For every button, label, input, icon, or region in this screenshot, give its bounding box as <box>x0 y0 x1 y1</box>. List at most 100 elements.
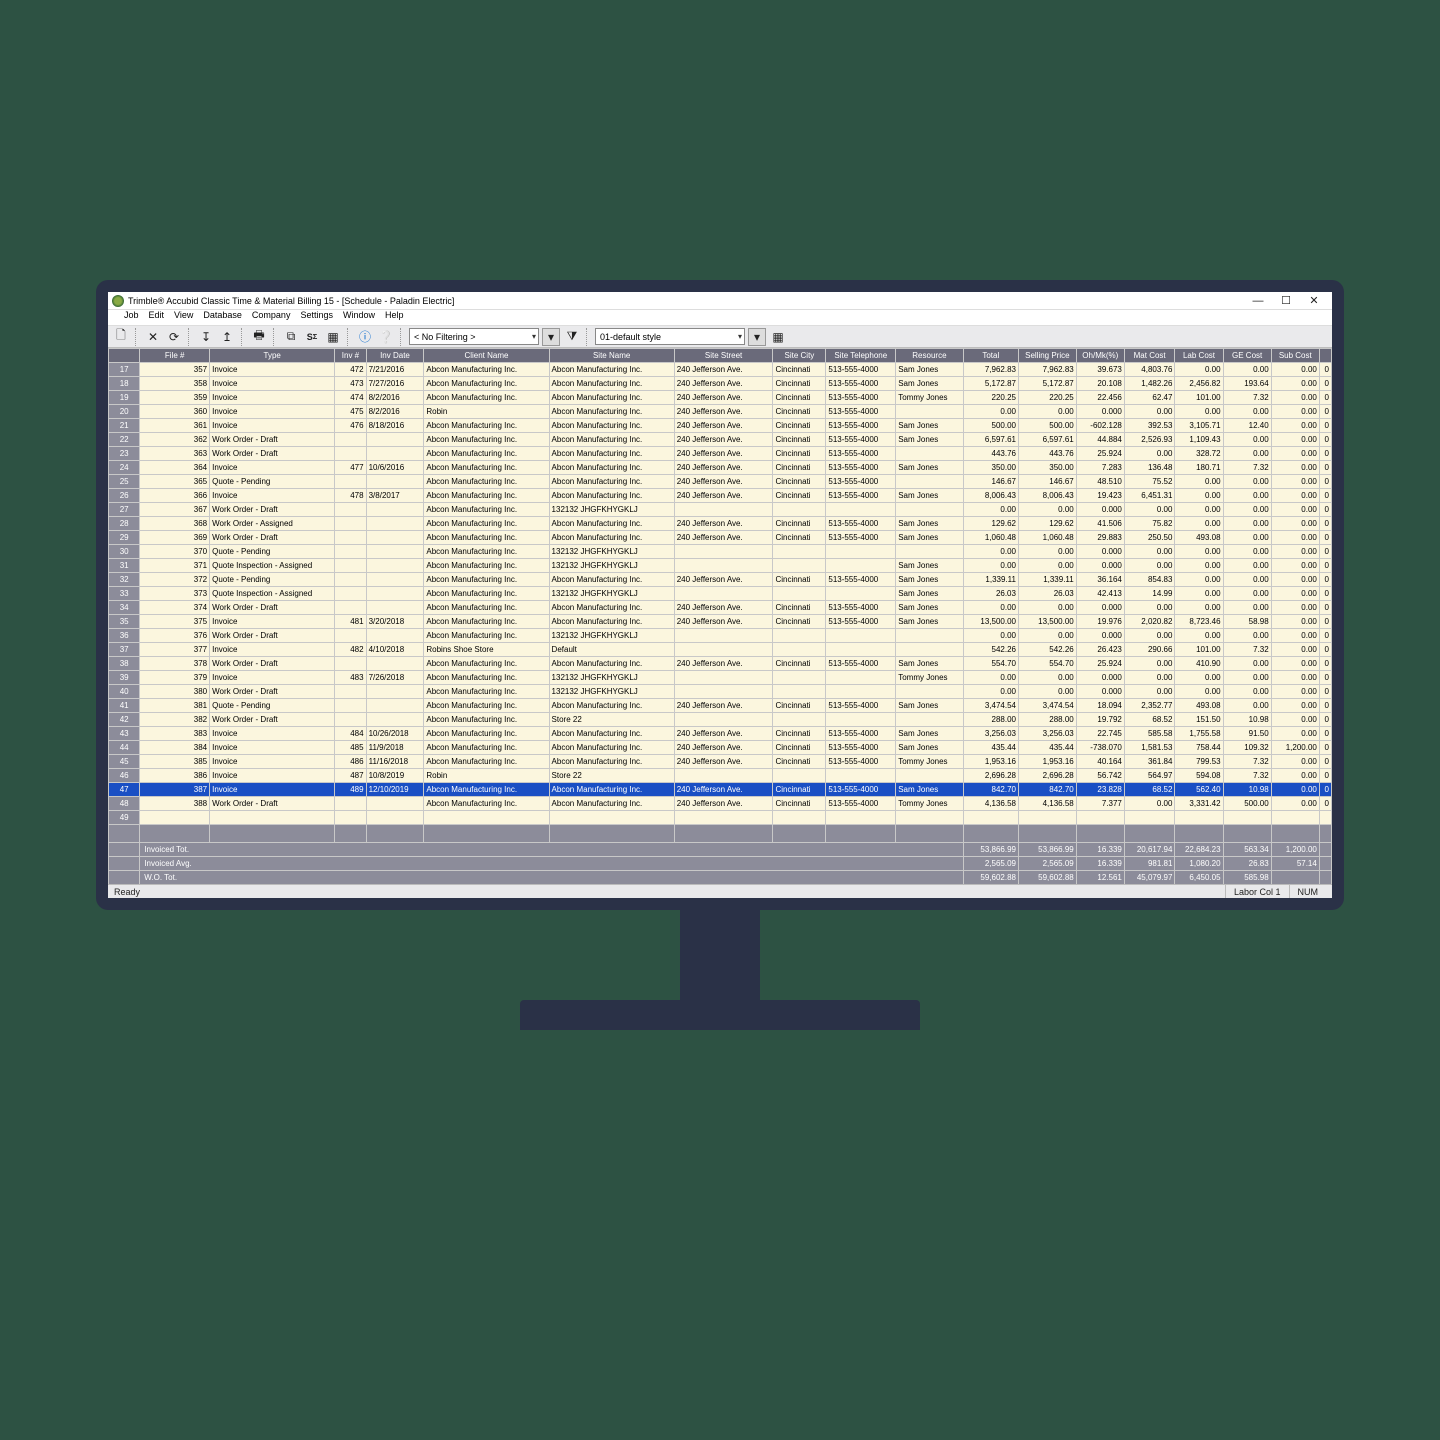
column-header[interactable]: File # <box>140 349 210 363</box>
table-row[interactable]: 30370Quote - PendingAbcon Manufacturing … <box>109 545 1332 559</box>
column-header[interactable]: Client Name <box>424 349 549 363</box>
table-row[interactable]: 32372Quote - PendingAbcon Manufacturing … <box>109 573 1332 587</box>
table-row[interactable]: 34374Work Order - DraftAbcon Manufacturi… <box>109 601 1332 615</box>
info-icon[interactable]: ⓘ <box>356 328 374 346</box>
monitor-frame: Trimble® Accubid Classic Time & Material… <box>96 280 1344 910</box>
sum-icon[interactable]: SΣ <box>303 328 321 346</box>
screen: Trimble® Accubid Classic Time & Material… <box>108 292 1332 898</box>
table-row[interactable]: 35375Invoice4813/20/2018Abcon Manufactur… <box>109 615 1332 629</box>
monitor-stand-neck <box>680 910 760 1010</box>
menu-window[interactable]: Window <box>343 310 375 325</box>
column-header[interactable]: Site City <box>773 349 826 363</box>
delete-icon[interactable]: ✕ <box>144 328 162 346</box>
table-row[interactable]: 26366Invoice4783/8/2017Abcon Manufacturi… <box>109 489 1332 503</box>
titlebar: Trimble® Accubid Classic Time & Material… <box>108 292 1332 310</box>
filter-dropdown-label: < No Filtering > <box>414 332 476 342</box>
help-icon[interactable]: ❔ <box>377 328 395 346</box>
window-title: Trimble® Accubid Classic Time & Material… <box>128 296 454 306</box>
table-row[interactable]: 36376Work Order - DraftAbcon Manufacturi… <box>109 629 1332 643</box>
menu-edit[interactable]: Edit <box>149 310 165 325</box>
table-row[interactable]: 25365Quote - PendingAbcon Manufacturing … <box>109 475 1332 489</box>
table-row[interactable]: 18358Invoice4737/27/2016Abcon Manufactur… <box>109 377 1332 391</box>
table-row[interactable]: 44384Invoice48511/9/2018Abcon Manufactur… <box>109 741 1332 755</box>
column-header[interactable]: Mat Cost <box>1124 349 1175 363</box>
column-header[interactable]: Type <box>210 349 335 363</box>
table-row[interactable]: 41381Quote - PendingAbcon Manufacturing … <box>109 699 1332 713</box>
table-row[interactable]: 40380Work Order - DraftAbcon Manufacturi… <box>109 685 1332 699</box>
table-row[interactable]: 20360Invoice4758/2/2016RobinAbcon Manufa… <box>109 405 1332 419</box>
table-row[interactable]: 49 <box>109 811 1332 825</box>
data-grid[interactable]: File #TypeInv #Inv DateClient NameSite N… <box>108 348 1332 884</box>
table-row[interactable]: 46386Invoice48710/8/2019RobinStore 222,6… <box>109 769 1332 783</box>
menu-database[interactable]: Database <box>203 310 242 325</box>
monitor-stand-base <box>520 1000 920 1030</box>
table-row[interactable]: 42382Work Order - DraftAbcon Manufacturi… <box>109 713 1332 727</box>
column-header[interactable]: Inv # <box>335 349 366 363</box>
status-labor: Labor Col 1 <box>1225 885 1289 898</box>
column-header[interactable]: Inv Date <box>366 349 424 363</box>
statusbar: Ready Labor Col 1 NUM <box>108 884 1332 898</box>
sort-asc-icon[interactable]: ↧ <box>197 328 215 346</box>
table-row[interactable]: 39379Invoice4837/26/2018Abcon Manufactur… <box>109 671 1332 685</box>
filter-apply-icon[interactable]: ▾ <box>542 328 560 346</box>
toolbar: 🗋 ✕ ⟳ ↧ ↥ 🖶 ⧉ SΣ ▦ ⓘ ❔ < No Filtering > … <box>108 326 1332 348</box>
sort-desc-icon[interactable]: ↥ <box>218 328 236 346</box>
table-row[interactable]: 28368Work Order - AssignedAbcon Manufact… <box>109 517 1332 531</box>
table-row[interactable]: 43383Invoice48410/26/2018Abcon Manufactu… <box>109 727 1332 741</box>
table-row[interactable]: 22362Work Order - DraftAbcon Manufacturi… <box>109 433 1332 447</box>
grid-header[interactable]: File #TypeInv #Inv DateClient NameSite N… <box>109 349 1332 363</box>
table-row[interactable]: 21361Invoice4768/18/2016Abcon Manufactur… <box>109 419 1332 433</box>
column-header[interactable]: Site Telephone <box>826 349 896 363</box>
grid-icon[interactable]: ▦ <box>324 328 342 346</box>
table-row[interactable]: 29369Work Order - DraftAbcon Manufacturi… <box>109 531 1332 545</box>
style-apply-icon[interactable]: ▾ <box>748 328 766 346</box>
column-header[interactable]: Total <box>963 349 1018 363</box>
maximize-button[interactable]: ☐ <box>1272 294 1300 307</box>
table-row[interactable]: 45385Invoice48611/16/2018Abcon Manufactu… <box>109 755 1332 769</box>
style-dropdown-label: 01-default style <box>600 332 661 342</box>
new-icon[interactable]: 🗋 <box>112 328 130 346</box>
summary-row: Invoiced Avg.2,565.092,565.0916.339981.8… <box>109 857 1332 871</box>
summary-row: W.O. Tot.59,602.8859,602.8812.56145,079.… <box>109 871 1332 885</box>
column-header[interactable]: Sub Cost <box>1271 349 1319 363</box>
print-icon[interactable]: 🖶 <box>250 328 268 346</box>
column-header[interactable]: Lab Cost <box>1175 349 1223 363</box>
minimize-button[interactable]: — <box>1244 295 1272 307</box>
table-row[interactable]: 48388Work Order - DraftAbcon Manufacturi… <box>109 797 1332 811</box>
table-row[interactable]: 47387Invoice48912/10/2019Abcon Manufactu… <box>109 783 1332 797</box>
column-header[interactable]: GE Cost <box>1223 349 1271 363</box>
copy-icon[interactable]: ⧉ <box>282 328 300 346</box>
table-row[interactable]: 33373Quote Inspection - AssignedAbcon Ma… <box>109 587 1332 601</box>
menu-settings[interactable]: Settings <box>300 310 333 325</box>
app-icon <box>112 295 124 307</box>
table-row[interactable]: 37377Invoice4824/10/2018Robins Shoe Stor… <box>109 643 1332 657</box>
funnel-icon[interactable]: ⧩ <box>563 328 581 346</box>
table-row[interactable]: 38378Work Order - DraftAbcon Manufacturi… <box>109 657 1332 671</box>
menubar: Job Edit View Database Company Settings … <box>108 310 1332 326</box>
refresh-icon[interactable]: ⟳ <box>165 328 183 346</box>
close-button[interactable]: ✕ <box>1300 294 1328 307</box>
table-row[interactable]: 19359Invoice4748/2/2016Abcon Manufacturi… <box>109 391 1332 405</box>
column-header[interactable]: Selling Price <box>1018 349 1076 363</box>
status-ready: Ready <box>114 887 140 897</box>
style-dropdown[interactable]: 01-default style <box>595 328 745 345</box>
menu-job[interactable]: Job <box>124 310 139 325</box>
table-row[interactable]: 17357Invoice4727/21/2016Abcon Manufactur… <box>109 363 1332 377</box>
style-config-icon[interactable]: ▦ <box>769 328 787 346</box>
column-header[interactable] <box>109 349 140 363</box>
menu-company[interactable]: Company <box>252 310 291 325</box>
column-header[interactable] <box>1319 349 1331 363</box>
table-row[interactable]: 24364Invoice47710/6/2016Abcon Manufactur… <box>109 461 1332 475</box>
table-row[interactable]: 31371Quote Inspection - AssignedAbcon Ma… <box>109 559 1332 573</box>
table-row[interactable]: 27367Work Order - DraftAbcon Manufacturi… <box>109 503 1332 517</box>
summary-row: Invoiced Tot.53,866.9953,866.9916.33920,… <box>109 843 1332 857</box>
table-row[interactable]: 23363Work Order - DraftAbcon Manufacturi… <box>109 447 1332 461</box>
menu-help[interactable]: Help <box>385 310 404 325</box>
column-header[interactable]: Oh/Mk(%) <box>1076 349 1124 363</box>
menu-view[interactable]: View <box>174 310 193 325</box>
filter-dropdown[interactable]: < No Filtering > <box>409 328 539 345</box>
column-header[interactable]: Site Name <box>549 349 674 363</box>
column-header[interactable]: Resource <box>896 349 963 363</box>
status-num: NUM <box>1289 885 1327 898</box>
column-header[interactable]: Site Street <box>674 349 773 363</box>
